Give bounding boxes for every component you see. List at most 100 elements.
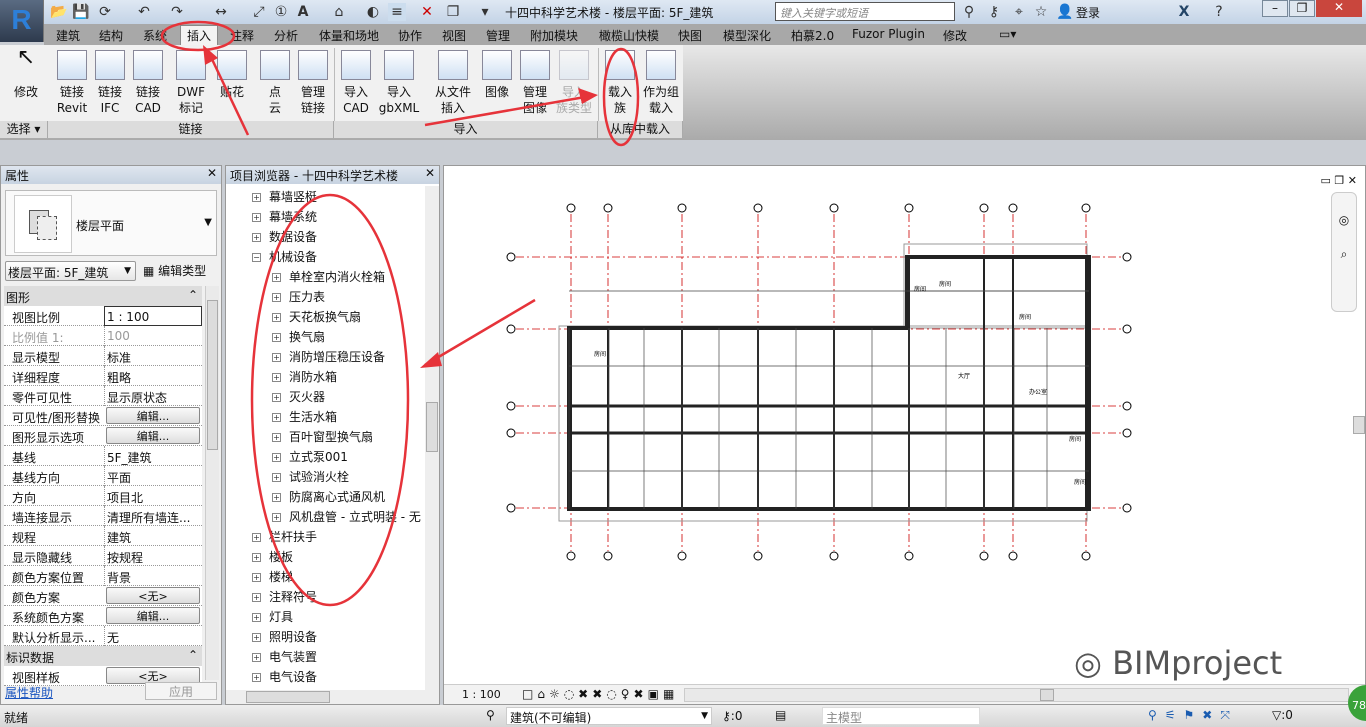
prop-edit-button[interactable]: 编辑...: [106, 427, 200, 444]
tree-node[interactable]: + 百叶窗型换气扇: [272, 428, 373, 445]
instance-selector[interactable]: 楼层平面: 5F_建筑 ▼: [5, 261, 136, 281]
tab-structure[interactable]: 结构: [99, 27, 123, 44]
tree-node[interactable]: + 幕墙竖梃: [252, 188, 317, 205]
satellite-icon[interactable]: ⌖: [1010, 3, 1028, 21]
login-button[interactable]: 登录: [1076, 4, 1100, 21]
tab-quick-view[interactable]: 快图: [678, 27, 702, 44]
dimension-icon[interactable]: ⤢: [250, 3, 268, 21]
tree-node[interactable]: + 灯具: [252, 608, 293, 625]
tree-node[interactable]: + 照明设备: [252, 628, 317, 645]
workset-dropdown[interactable]: 建筑(不可编辑) ▼: [506, 707, 712, 725]
load-family-button[interactable]: 载入族: [600, 50, 640, 116]
close-button[interactable]: ✕: [1316, 0, 1362, 17]
measure-icon[interactable]: ↔: [212, 3, 230, 21]
import-family-types-button[interactable]: 导入 族类型: [554, 50, 594, 116]
type-selector[interactable]: 楼层平面 ▼: [5, 190, 217, 256]
filter-icon[interactable]: ▽:0: [1272, 708, 1293, 722]
drawing-view[interactable]: ▭ ❐ ✕ ◎ ⌕ 房间 房间 大厅 办公室 房间 房间 房间 房间 ◎ BIMproject …: [443, 165, 1366, 705]
thin-lines-icon[interactable]: ≡: [388, 3, 406, 21]
customize-qat-icon[interactable]: ▾: [476, 3, 494, 21]
tab-model-detail[interactable]: 模型深化: [723, 27, 771, 44]
close-icon[interactable]: ✕: [207, 166, 217, 180]
tree-node[interactable]: + 试验消火栓: [272, 468, 349, 485]
key-icon[interactable]: ⚷: [985, 3, 1003, 21]
tree-node[interactable]: + 压力表: [272, 288, 325, 305]
apply-button[interactable]: 应用: [145, 682, 217, 700]
maximize-button[interactable]: ❐: [1289, 0, 1315, 17]
tab-massing-site[interactable]: 体量和场地: [319, 27, 379, 44]
tree-node[interactable]: + 数据设备: [252, 228, 317, 245]
design-option-dropdown[interactable]: 主模型: [822, 707, 980, 725]
modify-button[interactable]: ↖ 修改: [6, 47, 46, 100]
save-icon[interactable]: 💾: [72, 3, 90, 21]
group-graphics[interactable]: 图形 ⌃: [4, 286, 202, 306]
image-button[interactable]: 图像: [477, 50, 517, 100]
selection-filter-icons[interactable]: ⚲⚟⚑✖⤧: [1148, 708, 1238, 723]
tree-node[interactable]: + 防腐离心式通风机: [272, 488, 385, 505]
tab-bimmo[interactable]: 柏慕2.0: [791, 27, 834, 44]
tree-node[interactable]: + 楼板: [252, 548, 293, 565]
tree-node[interactable]: + 注释符号: [252, 588, 317, 605]
text-icon[interactable]: A: [294, 3, 312, 21]
import-gbxml-button[interactable]: 导入 gbXML: [375, 50, 423, 116]
view-scale[interactable]: 1 : 100: [462, 688, 501, 701]
tab-manage[interactable]: 管理: [486, 27, 510, 44]
search-input[interactable]: 键入关键字或短语: [775, 2, 955, 21]
tree-node[interactable]: + 单栓室内消火栓箱: [272, 268, 385, 285]
tree-node[interactable]: + 立式泵001: [272, 448, 348, 465]
tab-architecture[interactable]: 建筑: [56, 27, 80, 44]
3d-view-icon[interactable]: ⌂: [330, 3, 348, 21]
dwf-markup-button[interactable]: DWF 标记: [171, 50, 211, 116]
decal-button[interactable]: 贴花: [212, 50, 252, 100]
editing-requests[interactable]: ⚷:0: [722, 709, 742, 723]
tree-node[interactable]: + 电气装置: [252, 648, 317, 665]
close-icon[interactable]: ✕: [425, 166, 435, 180]
tab-fuzor[interactable]: Fuzor Plugin: [852, 27, 925, 41]
user-icon[interactable]: 👤: [1056, 3, 1074, 21]
view-horizontal-scrollbar[interactable]: [684, 688, 1349, 702]
tree-node[interactable]: + 换气扇: [272, 328, 325, 345]
browser-vertical-scrollbar[interactable]: [425, 186, 439, 690]
point-cloud-button[interactable]: 点云: [255, 50, 295, 116]
binoculars-icon[interactable]: ⚲: [960, 3, 978, 21]
tree-node[interactable]: + 消防增压稳压设备: [272, 348, 385, 365]
tree-node[interactable]: + 风机盘管 - 立式明装 - 无: [272, 508, 421, 525]
tab-systems[interactable]: 系统: [143, 27, 167, 44]
link-revit-button[interactable]: 链接 Revit: [52, 50, 92, 116]
tree-node[interactable]: + 楼梯: [252, 568, 293, 585]
star-icon[interactable]: ☆: [1032, 3, 1050, 21]
prop-edit-button[interactable]: 编辑...: [106, 607, 200, 624]
manage-images-button[interactable]: 管理 图像: [515, 50, 555, 116]
import-cad-button[interactable]: 导入 CAD: [336, 50, 376, 116]
tab-analyze[interactable]: 分析: [274, 27, 298, 44]
tag-icon[interactable]: ①: [272, 3, 290, 21]
prop-edit-button[interactable]: <无>: [106, 587, 200, 604]
tab-insert[interactable]: 插入: [180, 25, 219, 45]
undo-icon[interactable]: ↶: [135, 3, 153, 21]
tree-node[interactable]: + 消防水箱: [272, 368, 337, 385]
prop-edit-button[interactable]: 编辑...: [106, 407, 200, 424]
tree-node[interactable]: + 天花板换气扇: [272, 308, 361, 325]
insert-from-file-button[interactable]: 从文件 插入: [430, 50, 476, 116]
close-hidden-icon[interactable]: ✕: [418, 3, 436, 21]
manage-links-button[interactable]: 管理 链接: [293, 50, 333, 116]
tree-node[interactable]: + 灭火器: [272, 388, 325, 405]
group-identity-data[interactable]: 标识数据 ⌃: [4, 646, 202, 666]
exchange-icon[interactable]: X: [1175, 3, 1193, 21]
tree-node[interactable]: + 栏杆扶手: [252, 528, 317, 545]
properties-help-link[interactable]: 属性帮助: [5, 684, 53, 701]
tree-node[interactable]: + 幕墙系统: [252, 208, 317, 225]
tree-node[interactable]: − 机械设备: [252, 248, 317, 265]
minimize-button[interactable]: –: [1262, 0, 1288, 17]
sync-icon[interactable]: ⟳: [96, 3, 114, 21]
section-icon[interactable]: ◐: [364, 3, 382, 21]
browser-horizontal-scrollbar[interactable]: [226, 690, 439, 704]
help-icon[interactable]: ?: [1210, 3, 1228, 21]
properties-scrollbar[interactable]: [205, 286, 219, 680]
edit-type-button[interactable]: ▦ 编辑类型: [143, 262, 206, 279]
ribbon-minimize-icon[interactable]: ▭▾: [999, 27, 1016, 41]
tree-node[interactable]: + 电气设备: [252, 668, 317, 685]
tab-view[interactable]: 视图: [442, 27, 466, 44]
view-control-icons[interactable]: □⌂☼◌✖✖◌♀✖▣▦: [522, 687, 678, 701]
open-icon[interactable]: 📂: [50, 3, 68, 21]
